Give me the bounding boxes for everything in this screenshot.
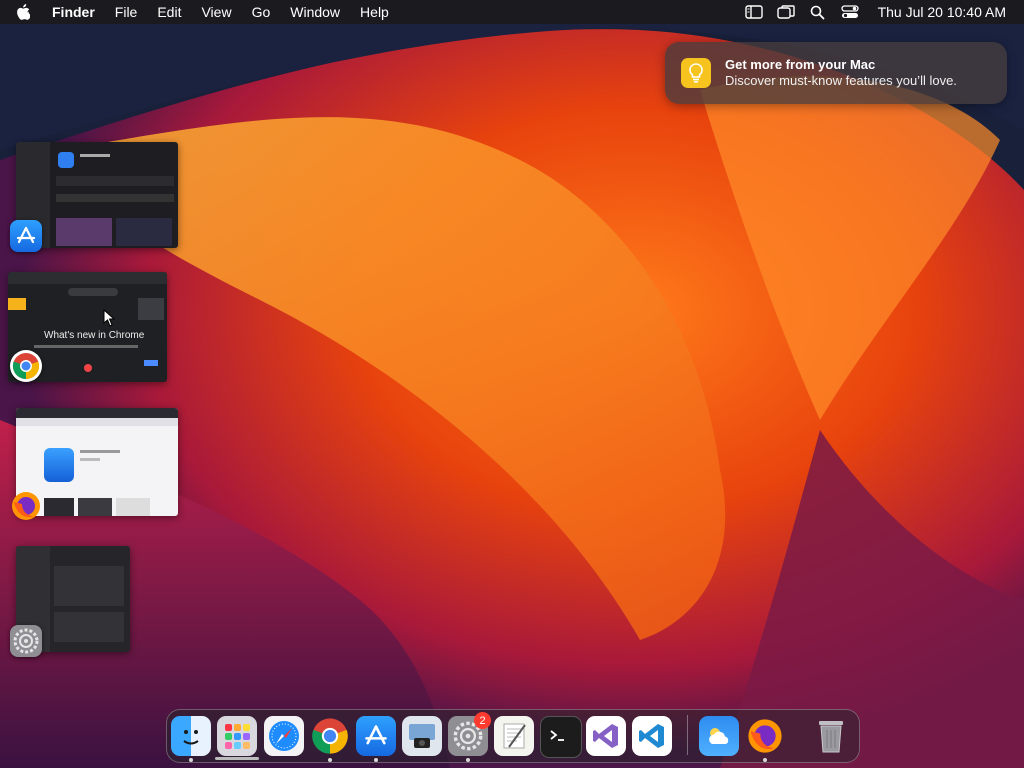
spotlight-search-icon[interactable] bbox=[808, 4, 828, 20]
menu-help[interactable]: Help bbox=[350, 0, 399, 24]
chrome-preview-text: What's new in Chrome bbox=[44, 330, 145, 341]
dock-trash-icon[interactable] bbox=[811, 716, 851, 756]
dock-safari-icon[interactable] bbox=[264, 716, 304, 756]
menu-go[interactable]: Go bbox=[242, 0, 281, 24]
menu-window[interactable]: Window bbox=[280, 0, 350, 24]
lightbulb-icon bbox=[681, 58, 711, 88]
notification-badge: 2 bbox=[474, 712, 491, 729]
control-center-icon[interactable] bbox=[840, 4, 860, 20]
notification-title: Get more from your Mac bbox=[725, 57, 876, 72]
menu-app-name[interactable]: Finder bbox=[48, 0, 105, 24]
dock-separator bbox=[687, 715, 688, 755]
desktop-wallpaper bbox=[0, 0, 1024, 768]
running-indicator bbox=[328, 758, 332, 762]
running-indicator bbox=[189, 758, 193, 762]
mouse-pointer-icon bbox=[103, 308, 116, 332]
system-settings-icon[interactable] bbox=[10, 625, 42, 657]
menu-view[interactable]: View bbox=[191, 0, 241, 24]
dock-textedit-icon[interactable] bbox=[494, 716, 534, 756]
chrome-icon[interactable] bbox=[10, 350, 42, 382]
dock-firefox-icon[interactable] bbox=[745, 716, 785, 756]
dock-scroll-indicator bbox=[215, 757, 259, 760]
sidebar-icon[interactable] bbox=[744, 4, 764, 20]
dock-chrome-icon[interactable] bbox=[310, 716, 350, 756]
menu-edit[interactable]: Edit bbox=[147, 0, 191, 24]
menu-clock[interactable]: Thu Jul 20 10:40 AM bbox=[878, 4, 1006, 20]
dock-terminal-icon[interactable] bbox=[540, 716, 582, 758]
notification-body: Discover must-know features you’ll love. bbox=[725, 73, 957, 88]
notification-banner[interactable]: Get more from your Mac Discover must-kno… bbox=[665, 42, 1007, 104]
apple-menu-icon[interactable] bbox=[16, 4, 38, 20]
dock-launchpad-icon[interactable] bbox=[217, 716, 257, 756]
dock-visual-studio-icon[interactable] bbox=[586, 716, 626, 756]
menu-file[interactable]: File bbox=[105, 0, 148, 24]
dock-finder-icon[interactable] bbox=[171, 716, 211, 756]
app-store-icon[interactable] bbox=[10, 220, 42, 252]
dock-preview-icon[interactable] bbox=[402, 716, 442, 756]
running-indicator bbox=[374, 758, 378, 762]
dock-vscode-icon[interactable] bbox=[632, 716, 672, 756]
dock-app-store-icon[interactable] bbox=[356, 716, 396, 756]
dock-weather-icon[interactable] bbox=[699, 716, 739, 756]
running-indicator bbox=[466, 758, 470, 762]
menu-bar: Finder File Edit View Go Window Help Thu… bbox=[0, 0, 1024, 24]
screen-mirroring-icon[interactable] bbox=[776, 4, 796, 20]
firefox-icon[interactable] bbox=[10, 490, 42, 522]
running-indicator bbox=[763, 758, 767, 762]
